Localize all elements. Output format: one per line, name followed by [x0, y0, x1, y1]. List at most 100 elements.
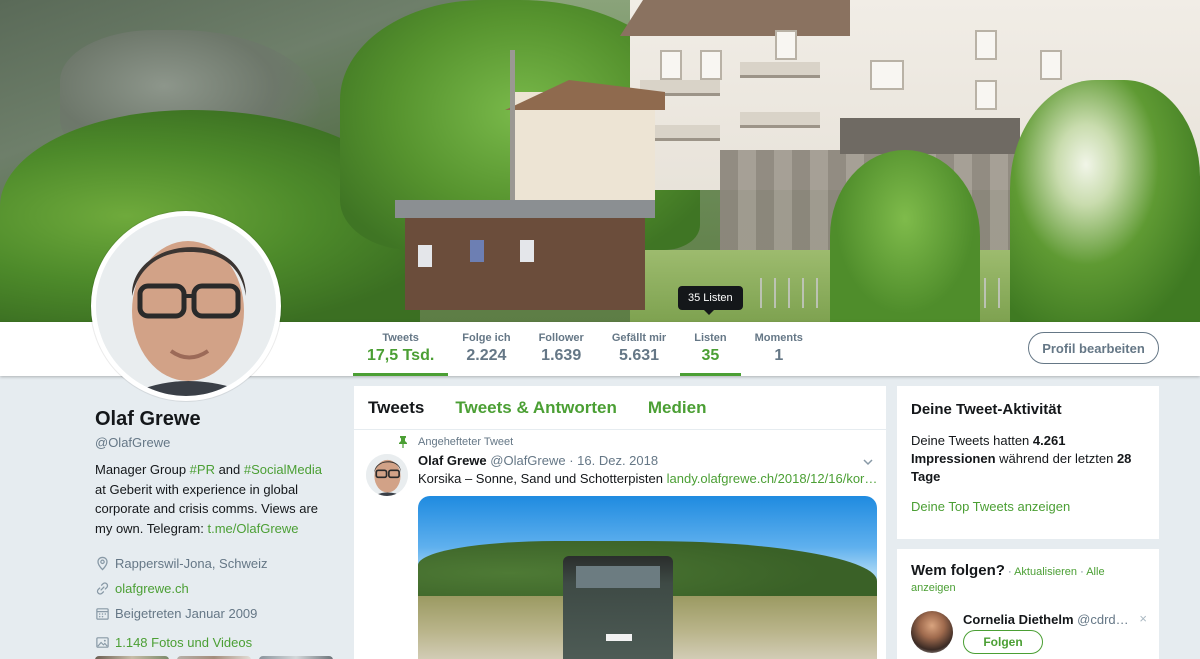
tab-media[interactable]: Medien — [648, 398, 707, 418]
stat-tweets[interactable]: Tweets 17,5 Tsd. — [353, 322, 449, 376]
suggestion-name: Cornelia Diethelm — [963, 612, 1074, 627]
top-tweets-link[interactable]: Deine Top Tweets anzeigen — [911, 499, 1145, 514]
stat-label: Follower — [538, 332, 584, 344]
stat-following[interactable]: Folge ich 2.224 — [448, 322, 524, 376]
media-vehicle-windshield — [576, 566, 660, 588]
tweet-date[interactable]: 16. Dez. 2018 — [577, 453, 658, 468]
pin-icon — [399, 436, 407, 448]
banner-balcony — [740, 62, 820, 78]
hashtag-link[interactable]: #PR — [190, 462, 215, 477]
calendar-icon — [96, 607, 109, 620]
banner-window — [870, 60, 904, 90]
profile-website: olafgrewe.ch — [95, 579, 335, 597]
stat-followers[interactable]: Follower 1.639 — [525, 322, 598, 376]
banner-house — [515, 92, 655, 212]
stat-value: 35 — [701, 347, 720, 364]
banner-window — [700, 50, 722, 80]
media-vehicle-plate — [606, 634, 632, 641]
lists-tooltip: 35 Listen — [678, 286, 743, 315]
separator: · — [1077, 566, 1087, 578]
tweet-avatar[interactable] — [366, 454, 408, 496]
stat-label: Listen — [694, 332, 727, 344]
stat-moments[interactable]: Moments 1 — [741, 322, 817, 376]
photos-videos-link[interactable]: 1.148 Fotos und Videos — [95, 635, 335, 650]
activity-text: Deine Tweets hatten — [911, 433, 1033, 448]
profile-name[interactable]: Olaf Grewe — [95, 408, 335, 431]
banner-hut-roof — [395, 200, 655, 218]
pinned-tweet-label: Angehefteter Tweet — [398, 436, 513, 448]
stat-lists[interactable]: Listen 35 — [680, 322, 742, 376]
banner-balcony — [740, 112, 820, 128]
profile-bio: Manager Group #PR and #SocialMedia at Ge… — [95, 460, 327, 538]
profile-card: Olaf Grewe @OlafGrewe Manager Group #PR … — [95, 408, 335, 659]
banner-window — [975, 80, 997, 110]
banner-hut-window — [470, 240, 484, 262]
suggestion-handle: @cdrd… — [1077, 612, 1129, 627]
banner-roof — [620, 0, 850, 36]
banner-hut-window — [418, 245, 432, 267]
tweet-link[interactable]: landy.olafgrewe.ch/2018/12/16/kor… — [667, 471, 878, 486]
tweet-text: Korsika – Sonne, Sand und Schotterpisten… — [418, 471, 878, 486]
suggestion-identity[interactable]: Cornelia Diethelm @cdrd… — [963, 612, 1141, 627]
location-pin-icon — [97, 556, 108, 571]
profile-avatar[interactable] — [91, 211, 281, 401]
website-link[interactable]: olafgrewe.ch — [115, 581, 189, 596]
dismiss-suggestion-icon[interactable]: × — [1139, 611, 1147, 626]
photos-label: 1.148 Fotos und Videos — [115, 635, 253, 650]
tweet-media-image[interactable] — [418, 496, 877, 659]
stat-label: Tweets — [382, 332, 419, 344]
link-icon — [96, 581, 109, 595]
profile-joined: Beigetreten Januar 2009 — [95, 604, 335, 622]
profile-stats: Tweets 17,5 Tsd. Folge ich 2.224 Followe… — [353, 322, 817, 376]
banner-window — [975, 30, 997, 60]
profile-handle[interactable]: @OlafGrewe — [95, 435, 335, 450]
timeline-tabs: Tweets Tweets & Antworten Medien — [354, 386, 886, 430]
banner-flowering-bush — [1010, 80, 1200, 322]
suggestion-avatar[interactable] — [911, 611, 953, 653]
who-to-follow-header: Wem folgen? · Aktualisieren · Alle anzei… — [911, 563, 1145, 596]
tweet-author-name[interactable]: Olaf Grewe — [418, 453, 487, 468]
tweet-separator: · — [565, 453, 578, 468]
bio-text: and — [214, 462, 244, 477]
who-to-follow-card: Wem folgen? · Aktualisieren · Alle anzei… — [897, 549, 1159, 659]
stat-label: Moments — [754, 332, 803, 344]
tab-tweets-and-replies[interactable]: Tweets & Antworten — [455, 398, 617, 418]
stat-value: 2.224 — [466, 347, 507, 364]
stat-value: 1.639 — [541, 347, 582, 364]
stat-label: Folge ich — [462, 332, 511, 344]
avatar-portrait — [96, 216, 276, 396]
pinned-text: Angehefteter Tweet — [418, 436, 514, 448]
edit-profile-button[interactable]: Profil bearbeiten — [1028, 332, 1159, 364]
activity-impressions-label: Impressionen — [911, 451, 996, 466]
banner-bush — [830, 150, 980, 322]
tweet-author-handle[interactable]: @OlafGrewe — [490, 453, 565, 468]
bio-text: Manager Group — [95, 462, 190, 477]
image-icon — [96, 637, 109, 648]
activity-text: während der letzten — [995, 451, 1117, 466]
banner-hut-window — [520, 240, 534, 262]
who-to-follow-title: Wem folgen? — [911, 562, 1005, 579]
banner-stone-roof — [840, 118, 1020, 154]
stat-value: 17,5 Tsd. — [367, 347, 435, 364]
stat-value: 5.631 — [618, 347, 660, 364]
activity-title: Deine Tweet-Aktivität — [911, 401, 1062, 418]
refresh-link[interactable]: Aktualisieren — [1014, 566, 1077, 578]
tab-tweets[interactable]: Tweets — [368, 398, 424, 418]
banner-pole — [510, 50, 515, 220]
telegram-link[interactable]: t.me/OlafGrewe — [207, 521, 298, 536]
tweet-header: Olaf Grewe @OlafGrewe · 16. Dez. 2018 — [418, 453, 658, 468]
follow-button[interactable]: Folgen — [963, 630, 1043, 654]
banner-window — [1040, 50, 1062, 80]
stat-label: Gefällt mir — [611, 332, 667, 344]
separator: · — [1004, 566, 1015, 578]
hashtag-link[interactable]: #SocialMedia — [244, 462, 322, 477]
location-text: Rapperswil-Jona, Schweiz — [115, 555, 268, 571]
profile-location: Rapperswil-Jona, Schweiz — [95, 554, 335, 572]
tweet-activity-card: Deine Tweet-Aktivität Deine Tweets hatte… — [897, 386, 1159, 539]
stat-value: 1 — [774, 347, 784, 364]
banner-window — [775, 30, 797, 60]
stat-likes[interactable]: Gefällt mir 5.631 — [598, 322, 680, 376]
timeline: Tweets Tweets & Antworten Medien Angehef… — [354, 386, 886, 659]
chevron-down-icon[interactable] — [862, 456, 874, 468]
activity-impressions: 4.261 — [1032, 433, 1066, 448]
